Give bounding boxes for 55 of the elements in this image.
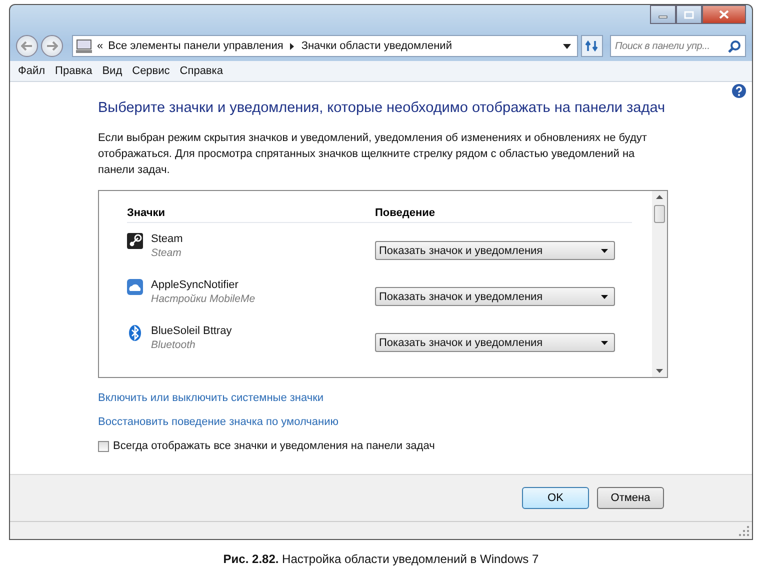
dropdown-arrow-icon — [601, 340, 608, 344]
search-field[interactable]: Поиск в панели упр... — [610, 35, 746, 57]
menu-item[interactable]: Справка — [180, 65, 223, 77]
page-heading: Выберите значки и уведомления, которые необходимо отображать на панели задач — [98, 100, 666, 116]
checkbox-label[interactable]: Всегда отображать все значки и уведомления на панели задач — [113, 440, 435, 452]
maximize-button[interactable] — [676, 5, 702, 24]
scrollbar[interactable] — [652, 191, 667, 377]
link[interactable]: Восстановить поведение значка по умолчанию — [98, 416, 338, 428]
forward-button[interactable] — [41, 35, 63, 57]
scroll-thumb[interactable] — [654, 205, 665, 223]
app-description: Bluetooth — [151, 339, 196, 351]
figure-caption: Рис. 2.82. Настройка области уведомлений в Windows 7 — [223, 552, 539, 566]
breadcrumb[interactable]: Значки области уведомлений — [301, 40, 452, 52]
behavior-dropdown[interactable]: Показать значок и уведомления — [375, 241, 615, 260]
dropdown-arrow-icon — [563, 44, 571, 48]
back-arrow-icon — [21, 41, 33, 51]
menu-item[interactable]: Правка — [55, 65, 92, 77]
cloud-icon — [127, 279, 143, 295]
menu-item[interactable]: Файл — [18, 65, 46, 77]
dropdown-arrow-icon — [601, 294, 608, 298]
resize-grip-icon — [739, 526, 749, 536]
ok-button[interactable]: OK — [522, 487, 589, 509]
separator-arrow-icon — [288, 42, 296, 50]
app-description: Steam — [151, 247, 182, 259]
link[interactable]: Включить или выключить системные значки — [98, 392, 324, 404]
app-name: Steam — [151, 233, 183, 245]
back-button[interactable] — [16, 35, 38, 57]
dropdown-arrow-icon — [601, 248, 608, 252]
refresh-button[interactable] — [581, 35, 603, 57]
maximize-icon — [684, 10, 694, 18]
forward-arrow-icon — [46, 41, 58, 51]
breadcrumb[interactable]: Все элементы панели управления — [108, 40, 284, 52]
checkbox[interactable] — [98, 440, 109, 452]
overflow-chevron[interactable]: « — [97, 40, 104, 52]
close-button[interactable] — [702, 5, 746, 24]
menu-item[interactable]: Вид — [102, 65, 122, 77]
app-description: Настройки MobileMe — [151, 293, 256, 305]
behavior-dropdown[interactable]: Показать значок и уведомления — [375, 287, 615, 306]
search-icon — [728, 40, 741, 52]
app-name: BlueSoleil Bttray — [151, 325, 232, 337]
scroll-up-icon — [656, 195, 663, 199]
minimize-button[interactable] — [650, 5, 676, 24]
refresh-arrows-icon — [585, 40, 599, 52]
menu-item[interactable]: Сервис — [132, 65, 170, 77]
scroll-down-icon — [656, 369, 663, 373]
address-bar[interactable]: « Все элементы панели управления Значки области уведомлений — [72, 35, 578, 57]
bluetooth-icon — [127, 325, 143, 341]
app-name: AppleSyncNotifier — [151, 279, 240, 291]
column-header: Значки — [127, 207, 166, 219]
computer-icon — [76, 39, 92, 53]
close-icon — [719, 10, 729, 19]
cancel-button[interactable]: Отмена — [597, 487, 664, 509]
column-header: Поведение — [375, 207, 435, 219]
behavior-dropdown[interactable]: Показать значок и уведомления — [375, 333, 615, 352]
description-text: Если выбран режим скрытия значков и уведомлений, уведомления об изменениях и обновлениях не будут отображаться. Для просмотра спрятанных значков щелкните стрелку рядом с областью уведомлений на панели задач. — [98, 131, 648, 178]
